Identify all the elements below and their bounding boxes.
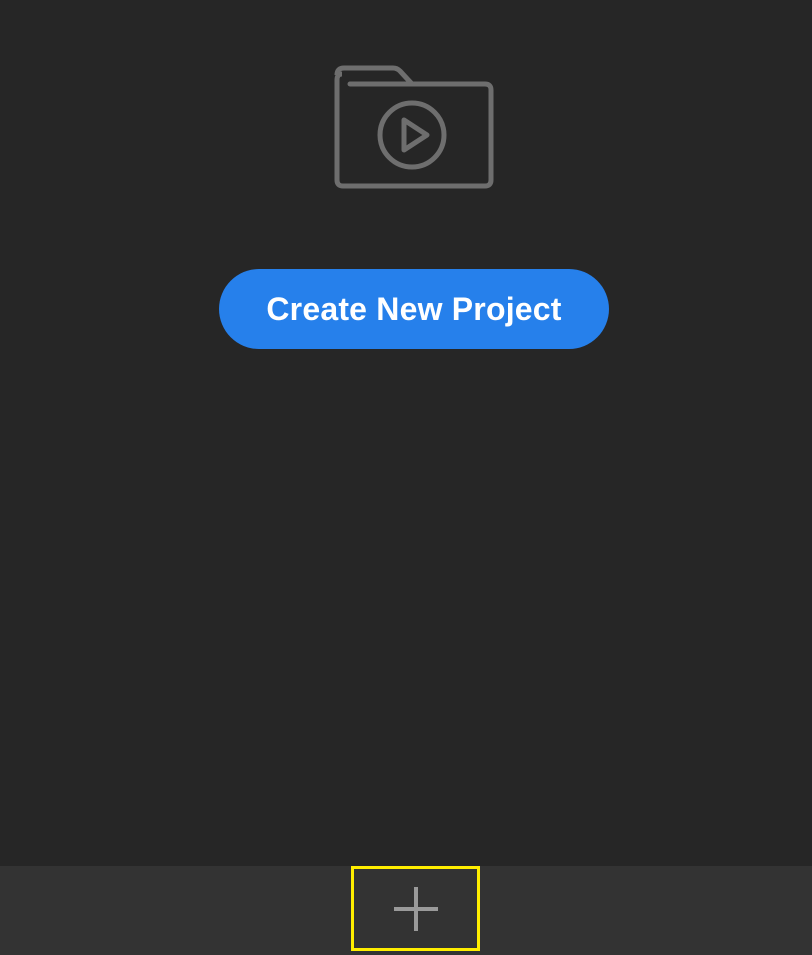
- folder-play-icon: [334, 65, 494, 189]
- empty-state: Create New Project: [0, 0, 812, 866]
- plus-icon: [393, 886, 438, 931]
- app-window: Create New Project: [0, 0, 812, 955]
- create-new-project-button[interactable]: Create New Project: [219, 269, 609, 349]
- bottom-toolbar: [0, 866, 812, 955]
- add-button[interactable]: [351, 866, 480, 951]
